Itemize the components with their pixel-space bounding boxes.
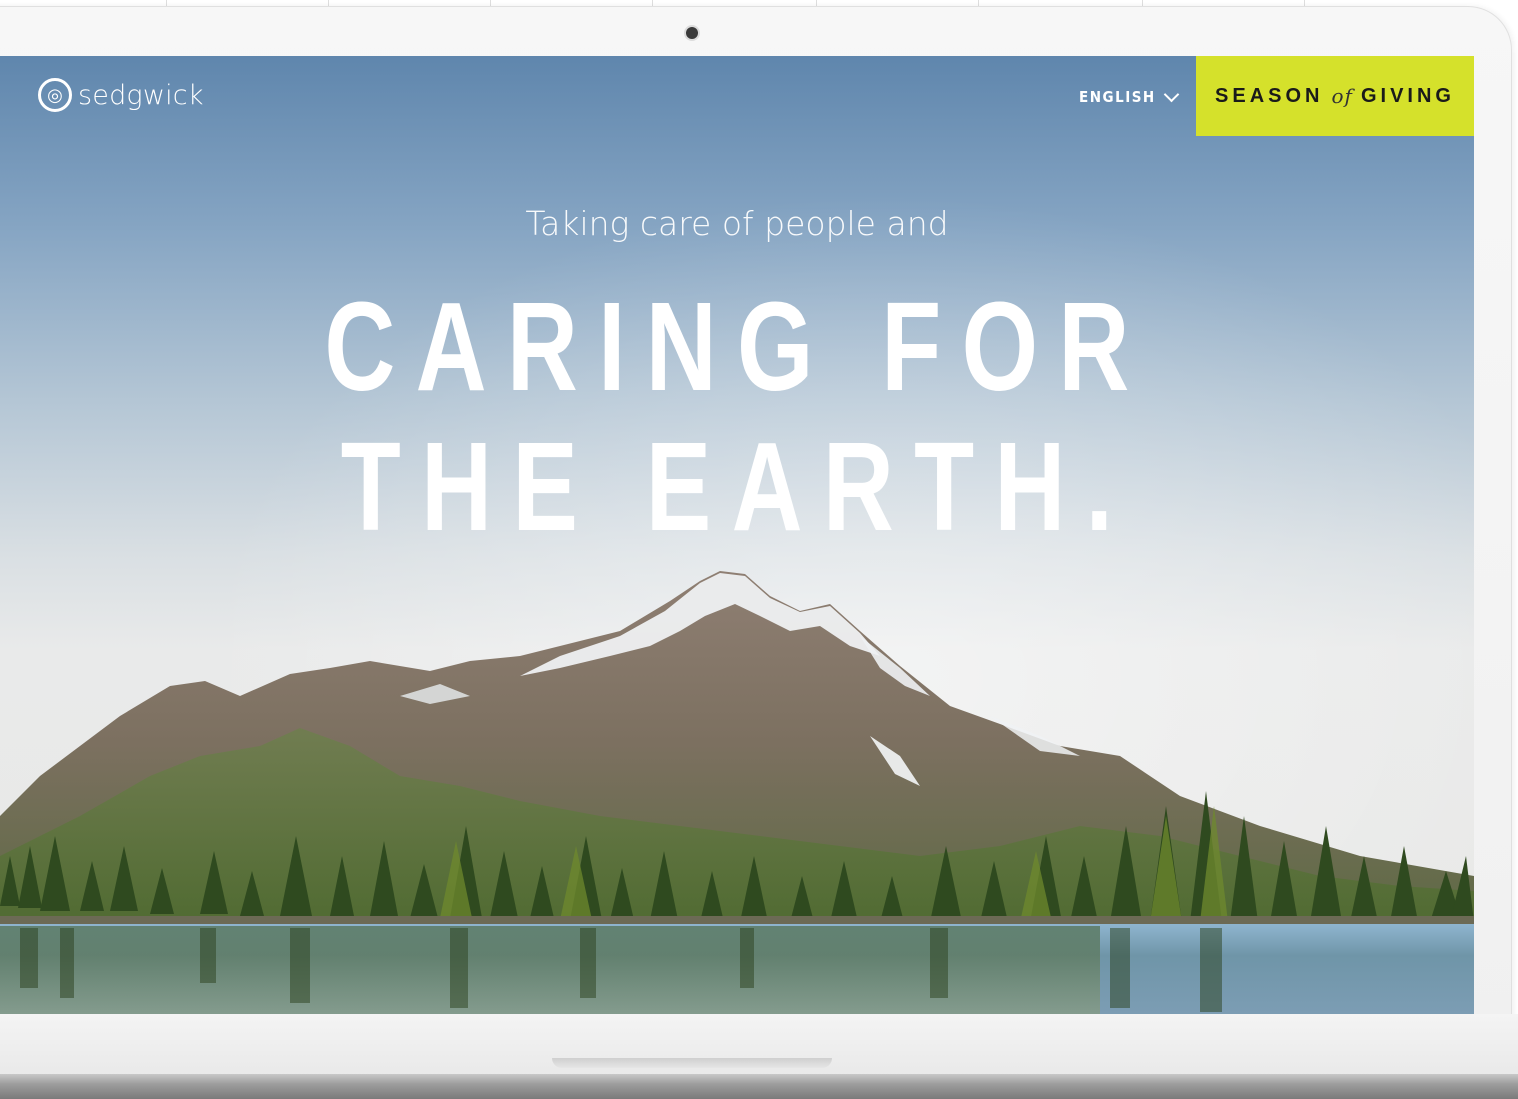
cta-giving: GIVING <box>1360 84 1455 107</box>
camera-icon <box>686 27 698 39</box>
laptop-base <box>0 1074 1518 1099</box>
sedgwick-logo[interactable]: ◎ sedgwick <box>38 78 204 112</box>
hero-headline-line-1: CARING FOR <box>324 276 1150 417</box>
cta-season: SEASON <box>1215 84 1324 107</box>
language-selector[interactable]: ENGLISH <box>1079 86 1179 106</box>
hero-headline-line-2: THE EARTH. <box>340 416 1134 557</box>
brand-name: sedgwick <box>78 79 204 111</box>
globe-logo-icon: ◎ <box>38 78 72 112</box>
chevron-down-icon <box>1163 86 1179 102</box>
season-of-giving-button[interactable]: SEASON of GIVING <box>1196 56 1474 136</box>
language-label: ENGLISH <box>1079 88 1156 106</box>
cta-of: of <box>1331 84 1353 108</box>
laptop-notch <box>552 1058 832 1068</box>
website-screen: ◎ sedgwick ENGLISH SEASON of GIVING Taki… <box>0 56 1474 1014</box>
hero-kicker: Taking care of people and <box>525 204 949 243</box>
